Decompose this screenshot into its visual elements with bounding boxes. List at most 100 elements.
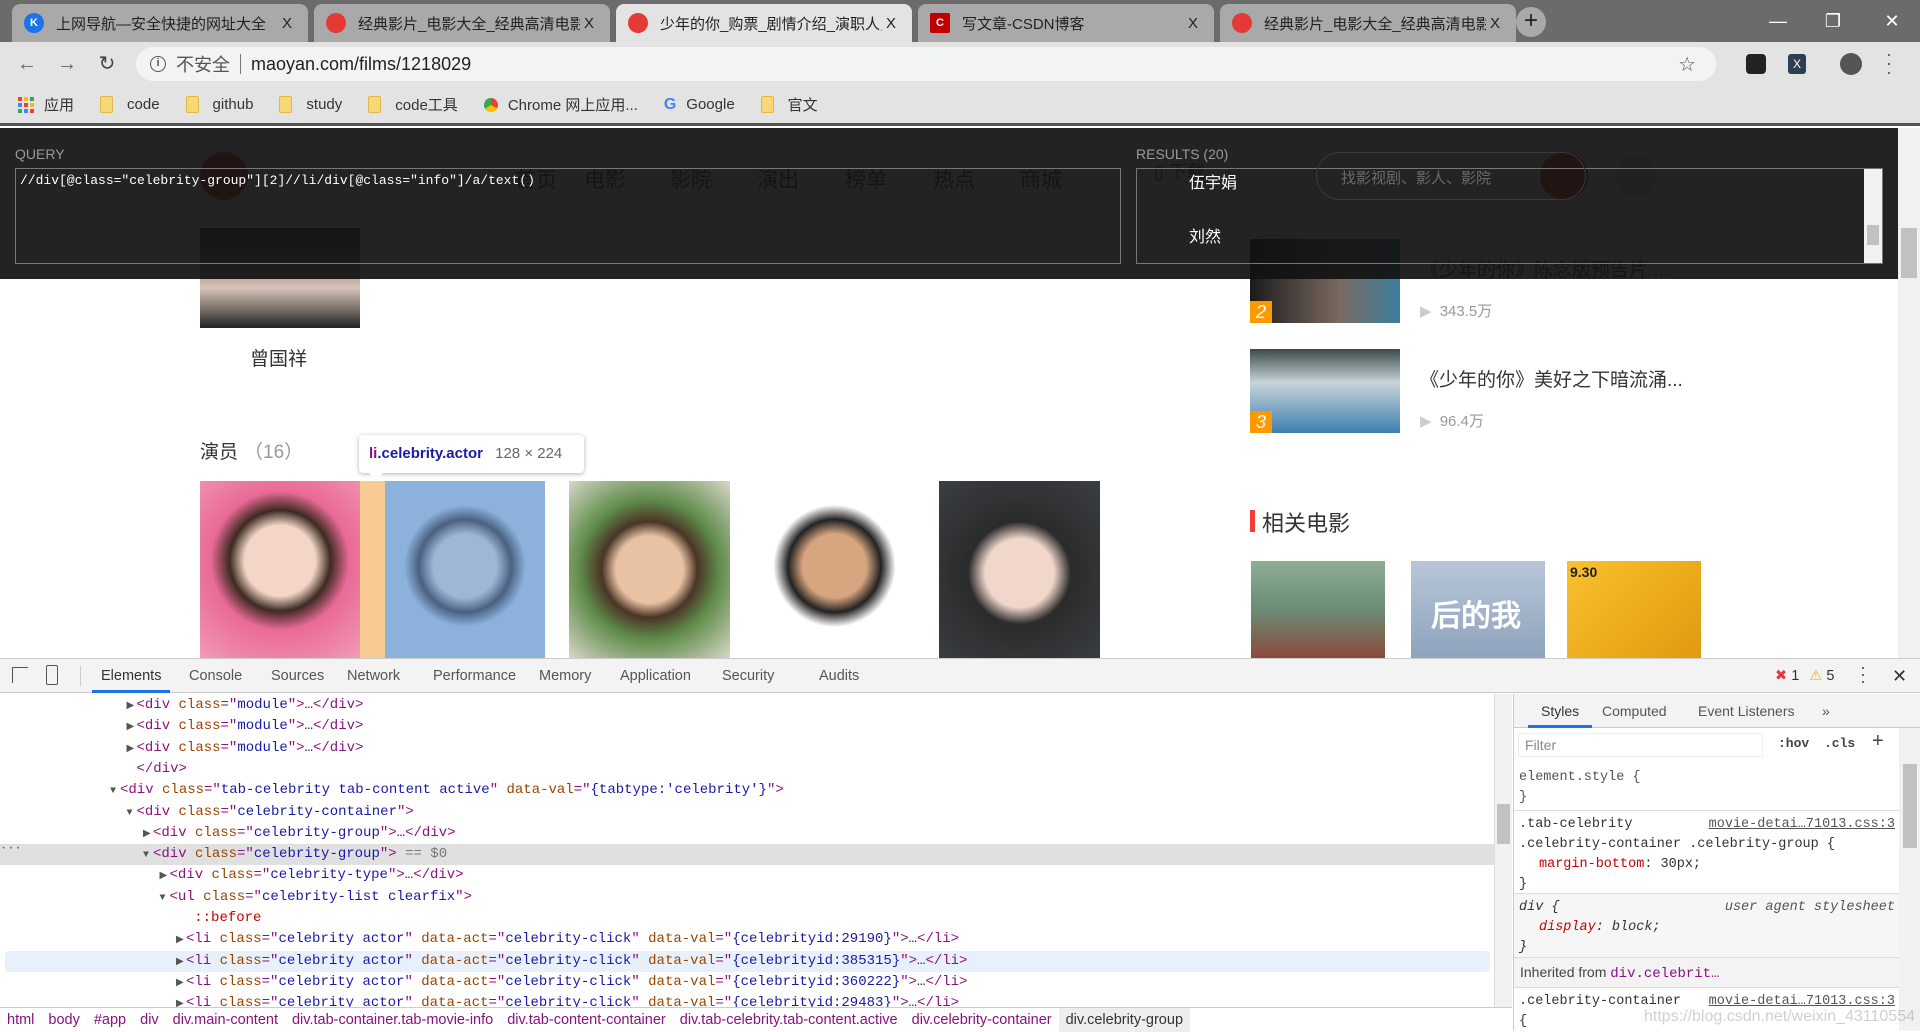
results-scrollbar[interactable] bbox=[1864, 169, 1882, 263]
devtools-tab-performance[interactable]: Performance bbox=[424, 659, 525, 693]
browser-tab[interactable]: K 上网导航—安全快捷的网址大全 X bbox=[12, 4, 308, 42]
close-tab-icon[interactable]: X bbox=[278, 15, 296, 32]
breadcrumb-item[interactable]: div.main-content bbox=[166, 1008, 285, 1032]
dom-node-line[interactable]: ▶ <li class="celebrity actor" data-act="c… bbox=[0, 993, 1494, 1007]
actor-photo[interactable] bbox=[569, 481, 730, 658]
related-movie-poster[interactable]: 9.30 bbox=[1567, 561, 1701, 658]
devtools-tab-elements[interactable]: Elements bbox=[92, 659, 171, 693]
ellipsis-icon[interactable]: ··· bbox=[0, 841, 22, 855]
breadcrumb-item[interactable]: div.celebrity-container bbox=[905, 1008, 1059, 1032]
css-value[interactable]: 30px; bbox=[1661, 857, 1702, 872]
page-scrollbar[interactable] bbox=[1898, 128, 1920, 658]
css-property[interactable]: margin-bottom bbox=[1539, 857, 1644, 872]
tab-styles[interactable]: Styles bbox=[1528, 694, 1593, 728]
expanded-triangle-icon[interactable]: ▼ bbox=[110, 781, 120, 802]
close-tab-icon[interactable]: X bbox=[1486, 15, 1504, 32]
dom-node-line[interactable]: ▶ <div class="celebrity-type">…</div> bbox=[0, 865, 1494, 886]
bookmark-item[interactable]: code工具 bbox=[368, 94, 458, 115]
device-toolbar-icon[interactable] bbox=[46, 665, 58, 685]
issues-counter[interactable]: ✖ 1 ⚠ 5 bbox=[1775, 659, 1834, 693]
css-rule[interactable]: .tab-celebrity movie-detai…71013.css:3 .… bbox=[1514, 811, 1899, 894]
collapsed-triangle-icon[interactable]: ▶ bbox=[160, 866, 170, 887]
new-style-rule-button[interactable]: + bbox=[1872, 730, 1884, 753]
devtools-tab-sources[interactable]: Sources bbox=[262, 659, 333, 693]
collapsed-triangle-icon[interactable]: ▶ bbox=[176, 930, 186, 951]
dom-node-line[interactable]: ▶ <li class="celebrity actor" data-act="c… bbox=[0, 972, 1494, 993]
devtools-tab-network[interactable]: Network bbox=[338, 659, 409, 693]
extension-icon[interactable] bbox=[1746, 54, 1766, 74]
element-style-rule[interactable]: element.style { } bbox=[1514, 764, 1899, 811]
breadcrumb-item[interactable]: html bbox=[0, 1008, 41, 1032]
expanded-triangle-icon[interactable]: ▼ bbox=[160, 888, 170, 909]
breadcrumb-item[interactable]: div bbox=[133, 1008, 166, 1032]
more-tabs-icon[interactable]: » bbox=[1809, 694, 1843, 728]
elements-scrollbar[interactable] bbox=[1494, 694, 1512, 1007]
collapsed-triangle-icon[interactable]: ▶ bbox=[127, 739, 137, 760]
minimize-button[interactable]: — bbox=[1758, 6, 1798, 36]
site-search-input[interactable]: 找影视剧、影人、影院 bbox=[1316, 152, 1586, 200]
devtools-tab-security[interactable]: Security bbox=[713, 659, 783, 693]
browser-tab[interactable]: 经典影片_电影大全_经典高清电影 X bbox=[1220, 4, 1516, 42]
actor-photo[interactable] bbox=[939, 481, 1100, 658]
breadcrumb-item[interactable]: #app bbox=[87, 1008, 133, 1032]
rule-source-link[interactable]: movie-detai…71013.css:3 bbox=[1709, 815, 1895, 835]
browser-tab[interactable]: 经典影片_电影大全_经典高清电影 X bbox=[314, 4, 610, 42]
bookmark-item[interactable]: 官文 bbox=[760, 94, 818, 115]
breadcrumb-item[interactable]: div.celebrity-group bbox=[1058, 1007, 1191, 1032]
video-thumbnail[interactable]: 3 bbox=[1250, 349, 1400, 433]
close-window-button[interactable]: ✕ bbox=[1872, 6, 1912, 36]
collapsed-triangle-icon[interactable]: ▶ bbox=[127, 717, 137, 738]
breadcrumb-item[interactable]: div.tab-celebrity.tab-content.active bbox=[673, 1008, 905, 1032]
bookmark-item[interactable]: code bbox=[100, 96, 160, 113]
actor-photo-highlighted[interactable] bbox=[385, 481, 545, 658]
bookmark-item[interactable]: Chrome 网上应用... bbox=[483, 94, 638, 115]
breadcrumb-item[interactable]: body bbox=[41, 1008, 86, 1032]
director-name[interactable]: 曾国祥 bbox=[250, 344, 307, 371]
devtools-tab-memory[interactable]: Memory bbox=[530, 659, 600, 693]
dom-node-line[interactable]: ▶ <div class="celebrity-group">…</div> bbox=[0, 823, 1494, 844]
devtools-tab-console[interactable]: Console bbox=[180, 659, 251, 693]
dom-node-line[interactable]: ▼ <div class="tab-celebrity tab-content a… bbox=[0, 780, 1494, 801]
expanded-triangle-icon[interactable]: ▼ bbox=[143, 845, 153, 866]
hov-toggle[interactable]: :hov bbox=[1778, 736, 1809, 751]
styles-filter-input[interactable]: Filter bbox=[1518, 733, 1763, 757]
address-bar[interactable]: i 不安全 maoyan.com/films/1218029 ☆ bbox=[136, 47, 1716, 81]
dom-node-line[interactable]: ▶ <li class="celebrity actor" data-act="c… bbox=[0, 929, 1494, 950]
close-devtools-icon[interactable]: ✕ bbox=[1892, 659, 1907, 693]
bookmark-item[interactable]: 应用 bbox=[18, 94, 74, 115]
restore-button[interactable]: ❐ bbox=[1813, 6, 1853, 36]
related-movie-poster[interactable]: 后的我 bbox=[1411, 561, 1545, 658]
tab-event-listeners[interactable]: Event Listeners bbox=[1685, 694, 1808, 728]
collapsed-triangle-icon[interactable]: ▶ bbox=[176, 973, 186, 994]
dom-node-line[interactable]: </div> bbox=[0, 759, 1494, 780]
url-text[interactable]: maoyan.com/films/1218029 bbox=[251, 54, 471, 75]
dom-node-line[interactable]: ▶ <div class="module">…</div> bbox=[0, 738, 1494, 759]
back-button[interactable]: ← bbox=[14, 52, 40, 78]
collapsed-triangle-icon[interactable]: ▶ bbox=[143, 824, 153, 845]
bookmark-item[interactable]: github bbox=[185, 96, 253, 113]
actor-photo[interactable] bbox=[754, 481, 915, 658]
query-input[interactable]: //div[@class="celebrity-group"][2]//li/d… bbox=[15, 168, 1121, 264]
bookmark-star-icon[interactable]: ☆ bbox=[1678, 52, 1696, 77]
collapsed-triangle-icon[interactable]: ▶ bbox=[127, 696, 137, 717]
breadcrumb-item[interactable]: div.tab-content-container bbox=[500, 1008, 673, 1032]
dom-node-line[interactable]: ▶ <li class="celebrity actor" data-act="c… bbox=[5, 950, 1490, 972]
new-tab-button[interactable]: + bbox=[1516, 7, 1546, 37]
dom-node-line[interactable]: ▼ <div class="celebrity-container"> bbox=[0, 802, 1494, 823]
expanded-triangle-icon[interactable]: ▼ bbox=[127, 803, 137, 824]
dom-node-line[interactable]: ▼ <div class="celebrity-group"> == $0 bbox=[0, 844, 1494, 866]
elements-tree[interactable]: ▶ <div class="module">…</div> ▶ <div class=… bbox=[0, 694, 1494, 1007]
result-item[interactable]: 刘然 bbox=[1189, 223, 1221, 247]
video-title[interactable]: 《少年的你》美好之下暗流涌... bbox=[1420, 365, 1683, 392]
tab-computed[interactable]: Computed bbox=[1589, 694, 1680, 728]
cls-toggle[interactable]: .cls bbox=[1824, 736, 1855, 751]
bookmark-item[interactable]: G Google bbox=[664, 96, 735, 114]
actor-photo[interactable] bbox=[200, 481, 360, 658]
browser-tab[interactable]: C 写文章-CSDN博客 X bbox=[918, 4, 1214, 42]
bookmark-item[interactable]: study bbox=[279, 96, 342, 113]
inspect-element-icon[interactable] bbox=[12, 667, 28, 683]
info-icon[interactable]: i bbox=[150, 56, 166, 72]
related-movie-poster[interactable] bbox=[1251, 561, 1385, 658]
dom-node-line[interactable]: ▶ <div class="module">…</div> bbox=[0, 695, 1494, 716]
styles-scrollbar[interactable] bbox=[1899, 728, 1920, 1031]
